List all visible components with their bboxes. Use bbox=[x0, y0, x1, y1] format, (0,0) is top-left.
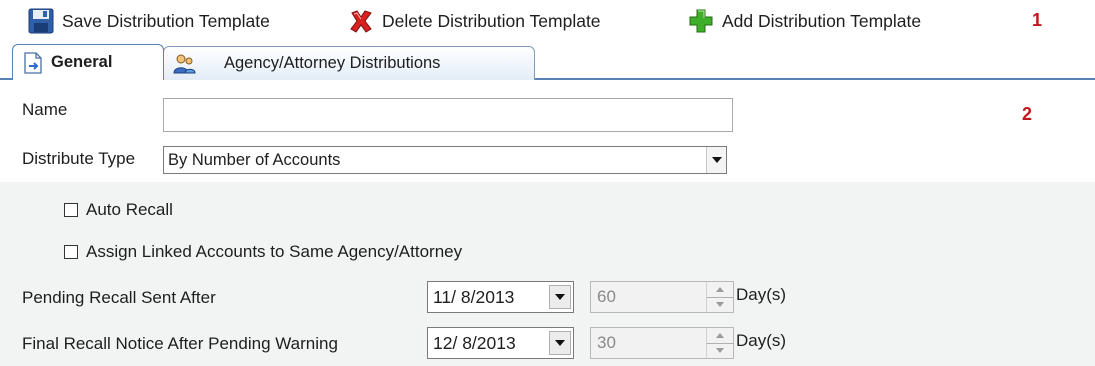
pending-recall-date-picker[interactable]: 11/ 8/2013 bbox=[427, 281, 574, 313]
chevron-down-icon[interactable] bbox=[706, 147, 726, 173]
auto-recall-label: Auto Recall bbox=[86, 200, 173, 219]
delete-template-label: Delete Distribution Template bbox=[382, 10, 601, 31]
name-label: Name bbox=[22, 100, 68, 119]
document-arrow-icon bbox=[21, 51, 45, 75]
final-recall-unit: Day(s) bbox=[736, 331, 787, 350]
final-recall-label: Final Recall Notice After Pending Warnin… bbox=[22, 334, 338, 353]
save-template-label: Save Distribution Template bbox=[62, 10, 270, 31]
final-recall-days-spinner[interactable]: 30 bbox=[590, 327, 734, 359]
spin-up-icon[interactable] bbox=[707, 328, 733, 343]
final-recall-date-picker[interactable]: 12/ 8/2013 bbox=[427, 327, 574, 359]
red-x-icon bbox=[348, 8, 374, 34]
spin-down-icon[interactable] bbox=[707, 342, 733, 359]
distribute-type-value: By Number of Accounts bbox=[168, 150, 341, 169]
distribute-type-select[interactable]: By Number of Accounts bbox=[163, 146, 727, 174]
spin-up-icon[interactable] bbox=[707, 282, 733, 297]
tab-agency-attorney-distributions[interactable]: Agency/Attorney Distributions bbox=[163, 46, 535, 80]
assign-linked-label: Assign Linked Accounts to Same Agency/At… bbox=[86, 242, 463, 261]
spin-down-icon[interactable] bbox=[707, 296, 733, 313]
pending-recall-unit: Day(s) bbox=[736, 285, 787, 304]
assign-linked-accounts-checkbox[interactable]: Assign Linked Accounts to Same Agency/At… bbox=[64, 242, 462, 262]
final-recall-date-value: 12/ 8/2013 bbox=[433, 332, 516, 353]
pending-recall-label: Pending Recall Sent After bbox=[22, 288, 216, 307]
distribute-type-label: Distribute Type bbox=[22, 149, 136, 168]
save-template-button[interactable]: Save Distribution Template bbox=[28, 8, 270, 34]
add-template-button[interactable]: Add Distribution Template bbox=[688, 8, 921, 34]
users-icon bbox=[172, 52, 196, 76]
auto-recall-checkbox-box[interactable] bbox=[64, 203, 78, 217]
tab-agency-label: Agency/Attorney Distributions bbox=[224, 54, 441, 72]
calendar-dropdown-icon[interactable] bbox=[549, 285, 571, 309]
name-input[interactable] bbox=[163, 98, 733, 132]
form-top-panel: Name 2 Distribute Type By Number of Acco… bbox=[0, 80, 1095, 182]
pending-recall-days-value: 60 bbox=[597, 287, 616, 306]
auto-recall-checkbox[interactable]: Auto Recall bbox=[64, 200, 173, 220]
callout-1: 1 bbox=[1032, 10, 1043, 30]
tab-general[interactable]: General bbox=[12, 44, 164, 80]
form-options-panel: Auto Recall Assign Linked Accounts to Sa… bbox=[0, 182, 1095, 366]
final-recall-days-value: 30 bbox=[597, 333, 616, 352]
pending-recall-date-value: 11/ 8/2013 bbox=[433, 286, 515, 307]
callout-2: 2 bbox=[1022, 104, 1033, 124]
delete-template-button[interactable]: Delete Distribution Template bbox=[348, 8, 601, 34]
assign-linked-checkbox-box[interactable] bbox=[64, 245, 78, 259]
tab-strip: General Agency/Attorney Distributions bbox=[0, 42, 1095, 80]
calendar-dropdown-icon[interactable] bbox=[549, 331, 571, 355]
add-template-label: Add Distribution Template bbox=[722, 10, 922, 31]
floppy-disk-icon bbox=[28, 8, 54, 34]
green-plus-icon bbox=[688, 8, 714, 34]
tab-general-label: General bbox=[51, 53, 113, 71]
pending-recall-days-spinner[interactable]: 60 bbox=[590, 281, 734, 313]
toolbar: Save Distribution Template Delete Distri… bbox=[0, 0, 1095, 42]
